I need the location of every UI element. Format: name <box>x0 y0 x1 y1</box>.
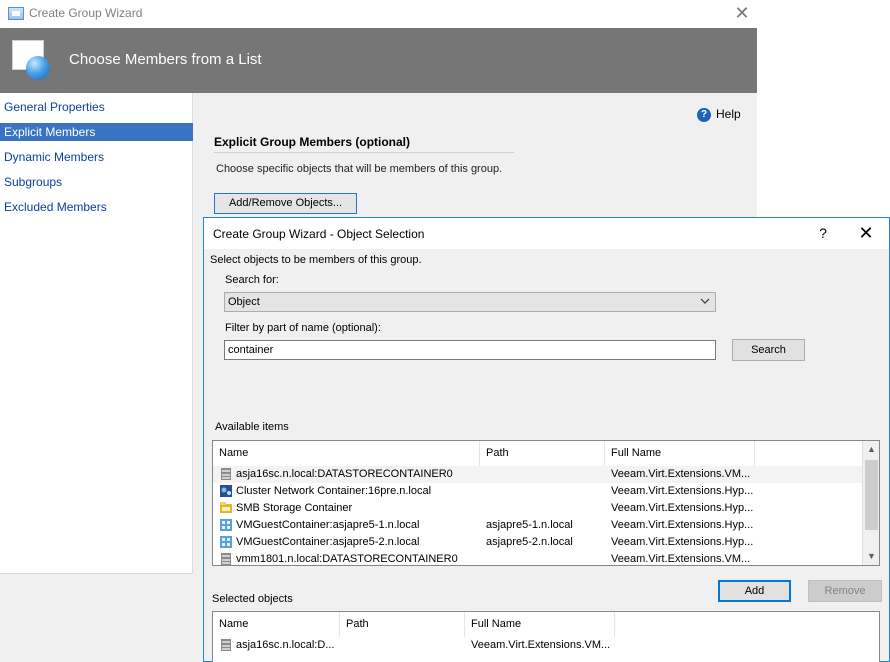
item-name: VMGuestContainer:asjapre5-1.n.local <box>236 519 420 531</box>
chevron-down-icon <box>700 298 710 304</box>
item-full-name: Veeam.Virt.Extensions.VM... <box>611 468 751 480</box>
nav-item-general-properties[interactable]: General Properties <box>0 98 193 116</box>
datastore-icon <box>221 639 231 651</box>
help-link[interactable]: Help <box>716 107 741 121</box>
column-header-full-name[interactable]: Full Name <box>465 612 615 637</box>
nav-item-explicit-members[interactable]: Explicit Members <box>0 123 193 141</box>
list-item[interactable]: SMB Storage Container Veeam.Virt.Extensi… <box>213 500 879 517</box>
item-path <box>486 500 601 517</box>
object-selection-dialog: Create Group Wizard - Object Selection ?… <box>203 217 890 662</box>
item-name: asja16sc.n.local:DATASTORECONTAINER0 <box>236 468 453 480</box>
section-divider <box>214 152 514 153</box>
selected-objects-label: Selected objects <box>212 593 293 605</box>
search-button[interactable]: Search <box>732 339 805 361</box>
list-item[interactable]: VMGuestContainer:asjapre5-1.n.local asja… <box>213 517 879 534</box>
search-for-value: Object <box>228 296 260 308</box>
list-item[interactable]: asja16sc.n.local:DATASTORECONTAINER0 Vee… <box>213 466 879 483</box>
wizard-nav: General Properties Explicit Members Dyna… <box>0 93 193 573</box>
column-header-name[interactable]: Name <box>213 441 480 466</box>
list-header: Name Path Full Name <box>213 441 879 466</box>
section-title: Explicit Group Members (optional) <box>214 135 411 149</box>
scrollbar-thumb[interactable] <box>865 460 878 530</box>
cluster-network-icon <box>220 485 232 497</box>
column-header-path[interactable]: Path <box>340 612 465 637</box>
column-header-name[interactable]: Name <box>213 612 340 637</box>
wizard-title: Create Group Wizard <box>29 6 143 20</box>
item-full-name: Veeam.Virt.Extensions.VM... <box>611 553 751 565</box>
item-full-name: Veeam.Virt.Extensions.Hyp... <box>611 536 754 548</box>
item-full-name: Veeam.Virt.Extensions.Hyp... <box>611 502 754 514</box>
item-path: asjapre5-1.n.local <box>486 519 573 531</box>
vm-guest-icon <box>220 536 232 548</box>
vm-guest-icon <box>220 519 232 531</box>
help-icon[interactable]: ? <box>697 108 711 122</box>
dialog-title: Create Group Wizard - Object Selection <box>213 227 425 241</box>
dialog-description: Select objects to be members of this gro… <box>210 254 422 266</box>
item-path <box>486 483 601 500</box>
banner-title: Choose Members from a List <box>69 51 262 68</box>
item-name: SMB Storage Container <box>236 502 353 514</box>
wizard-banner: Choose Members from a List <box>0 28 757 93</box>
nav-item-excluded-members[interactable]: Excluded Members <box>0 198 193 216</box>
list-item[interactable]: vmm1801.n.local:DATASTORECONTAINER0 Veea… <box>213 551 879 565</box>
list-item[interactable]: Cluster Network Container:16pre.n.local … <box>213 483 879 500</box>
dialog-close-icon[interactable]: ✕ <box>855 222 877 244</box>
dialog-help-icon[interactable]: ? <box>812 222 834 244</box>
scroll-up-icon[interactable]: ▲ <box>863 441 879 458</box>
wizard-nav-footer <box>0 573 193 662</box>
window-app-icon <box>8 7 24 20</box>
vertical-scrollbar[interactable]: ▲ ▼ <box>862 441 879 565</box>
list-item[interactable]: asja16sc.n.local:D... Veeam.Virt.Extensi… <box>213 637 879 654</box>
item-path <box>486 551 601 565</box>
filter-input[interactable] <box>224 340 716 360</box>
item-name: VMGuestContainer:asjapre5-2.n.local <box>236 536 420 548</box>
item-name: asja16sc.n.local:D... <box>236 639 335 651</box>
item-full-name: Veeam.Virt.Extensions.Hyp... <box>611 519 754 531</box>
filter-label: Filter by part of name (optional): <box>225 322 381 334</box>
remove-button[interactable]: Remove <box>808 580 882 602</box>
available-items-list[interactable]: Name Path Full Name asja16sc.n.local:DAT… <box>212 440 880 566</box>
nav-item-subgroups[interactable]: Subgroups <box>0 173 193 191</box>
item-name: vmm1801.n.local:DATASTORECONTAINER0 <box>236 553 458 565</box>
wizard-titlebar: Create Group Wizard ✕ <box>0 0 757 28</box>
item-full-name: Veeam.Virt.Extensions.VM... <box>471 639 611 651</box>
list-item[interactable]: VMGuestContainer:asjapre5-2.n.local asja… <box>213 534 879 551</box>
column-header-path[interactable]: Path <box>480 441 605 466</box>
available-items-label: Available items <box>215 421 289 433</box>
search-for-select[interactable]: Object <box>224 292 716 312</box>
nav-item-dynamic-members[interactable]: Dynamic Members <box>0 148 193 166</box>
section-description: Choose specific objects that will be mem… <box>216 163 503 175</box>
wizard-close-icon[interactable]: ✕ <box>731 2 753 24</box>
item-full-name: Veeam.Virt.Extensions.Hyp... <box>611 485 754 497</box>
add-button[interactable]: Add <box>718 580 791 602</box>
add-remove-objects-button[interactable]: Add/Remove Objects... <box>214 193 357 214</box>
group-wizard-icon <box>12 40 50 80</box>
datastore-icon <box>221 553 231 565</box>
smb-storage-icon <box>220 502 232 513</box>
item-name: Cluster Network Container:16pre.n.local <box>236 485 432 497</box>
dialog-titlebar: Create Group Wizard - Object Selection ?… <box>204 218 889 249</box>
column-header-full-name[interactable]: Full Name <box>605 441 755 466</box>
selected-objects-list[interactable]: Name Path Full Name asja16sc.n.local:D..… <box>212 611 880 662</box>
scroll-down-icon[interactable]: ▼ <box>863 548 879 565</box>
datastore-icon <box>221 468 231 480</box>
item-path <box>486 466 601 483</box>
list-header: Name Path Full Name <box>213 612 879 637</box>
item-path: asjapre5-2.n.local <box>486 536 573 548</box>
item-path <box>346 637 461 654</box>
search-for-label: Search for: <box>225 274 279 286</box>
